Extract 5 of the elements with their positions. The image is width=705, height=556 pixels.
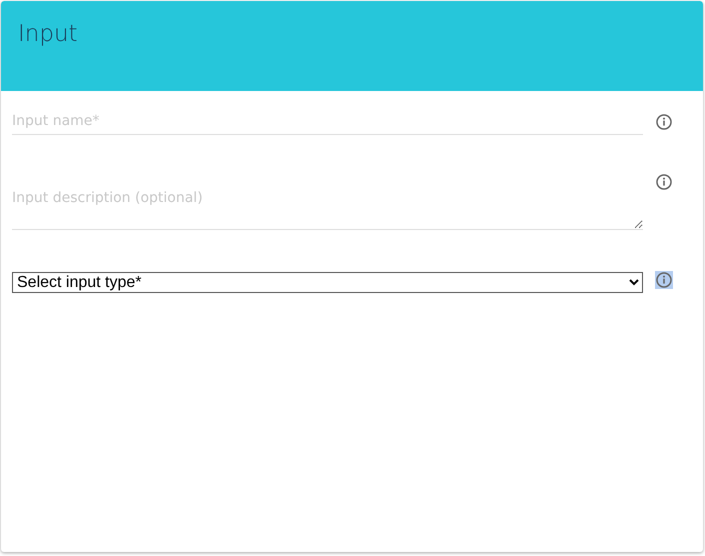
info-icon[interactable] — [655, 271, 673, 289]
header-title: Input — [18, 21, 79, 47]
type-dropdown[interactable]: Select input type* — [12, 272, 643, 293]
info-icon[interactable] — [655, 173, 673, 191]
info-icon[interactable] — [655, 113, 673, 131]
